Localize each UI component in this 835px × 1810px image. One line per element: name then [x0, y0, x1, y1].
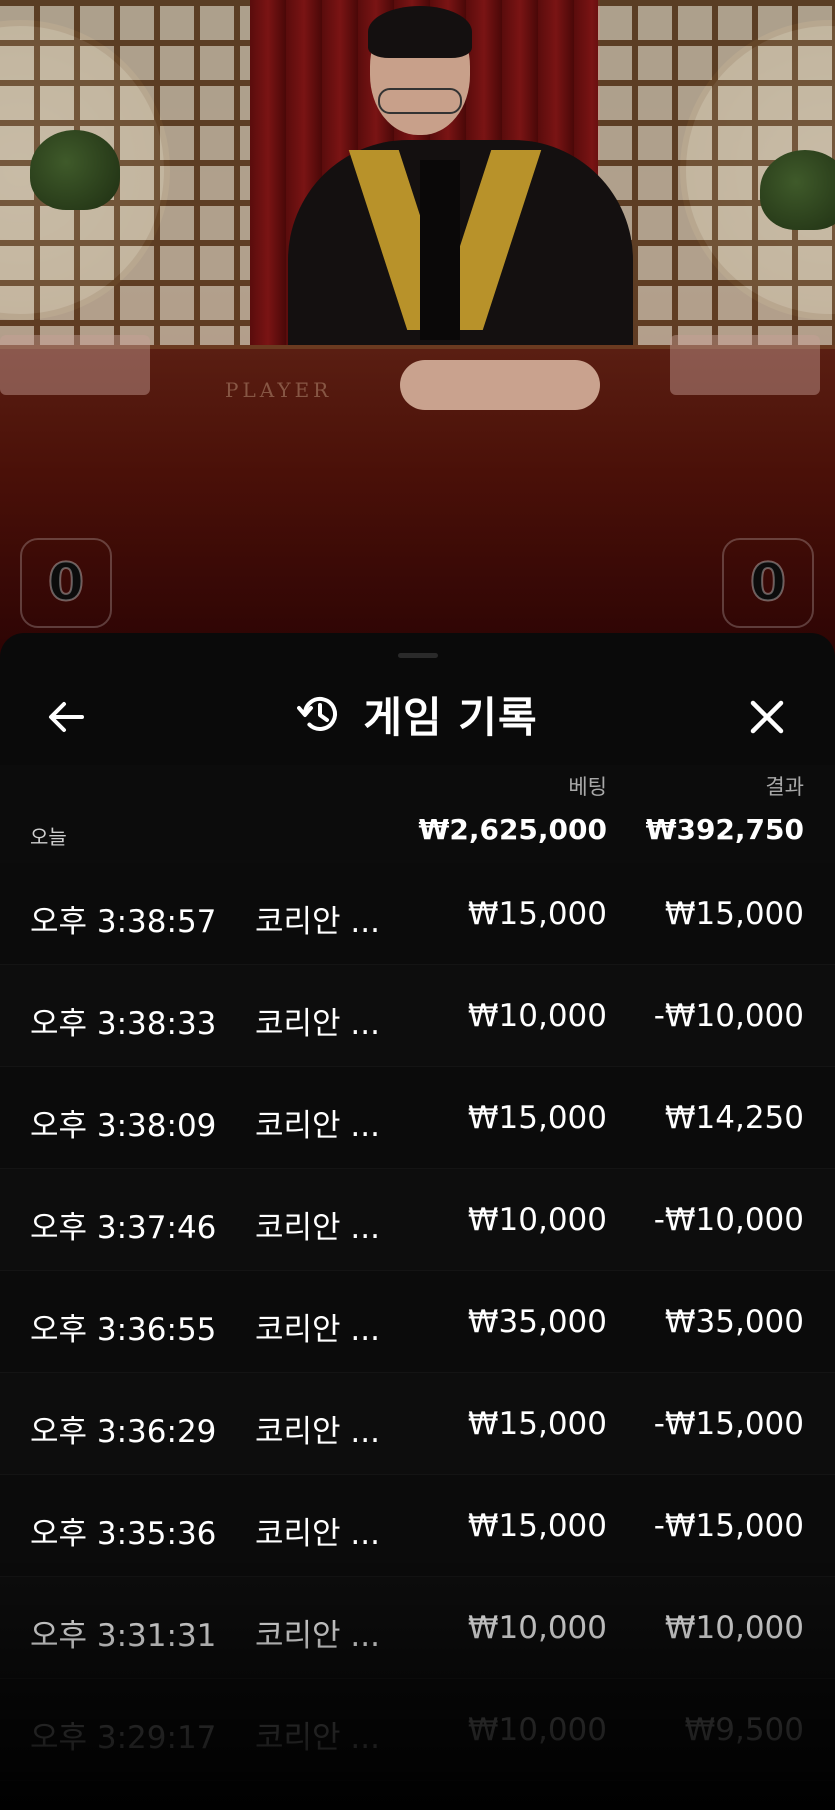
- row-time: 오후 3:36:29: [30, 1414, 217, 1450]
- row-result: ₩9,500: [684, 1712, 804, 1748]
- history-row[interactable]: 오후 3:38:33 코리안 ... ₩10,000 -₩10,000: [0, 965, 835, 1067]
- history-row[interactable]: 오후 3:38:09 코리안 ... ₩15,000 ₩14,250: [0, 1067, 835, 1169]
- row-time: 오후 3:31:31: [30, 1618, 217, 1654]
- row-bet: ₩15,000: [467, 1508, 607, 1544]
- row-result: -₩15,000: [653, 1508, 804, 1544]
- table-player-label: PLAYER: [225, 378, 333, 402]
- banker-score: 0: [722, 538, 814, 628]
- row-time: 오후 3:38:57: [30, 904, 217, 940]
- row-game: 코리안 ...: [255, 1312, 380, 1348]
- history-row[interactable]: 오후 3:36:29 코리안 ... ₩15,000 -₩15,000: [0, 1373, 835, 1475]
- row-bet: ₩15,000: [467, 1100, 607, 1136]
- dealer-hair: [368, 6, 472, 58]
- live-video-stream: PLAYER 0 0: [0, 0, 835, 660]
- player-score: 0: [20, 538, 112, 628]
- row-bet: ₩10,000: [467, 1202, 607, 1238]
- row-game: 코리안 ...: [255, 1618, 380, 1654]
- row-time: 오후 3:36:55: [30, 1312, 217, 1348]
- dealer-shirt: [420, 160, 460, 340]
- dealer-hands: [400, 360, 600, 410]
- row-result: ₩35,000: [664, 1304, 804, 1340]
- row-game: 코리안 ...: [255, 1720, 380, 1756]
- row-game: 코리안 ...: [255, 1006, 380, 1042]
- history-icon: [297, 697, 338, 731]
- row-time: 오후 3:37:46: [30, 1210, 217, 1246]
- row-time: 오후 3:35:36: [30, 1516, 217, 1552]
- row-game: 코리안 ...: [255, 1414, 380, 1450]
- row-result: -₩15,000: [653, 1406, 804, 1442]
- history-list: 오후 3:38:57 코리안 ... ₩15,000 ₩15,000 오후 3:…: [0, 863, 835, 1781]
- history-row[interactable]: 오후 3:31:31 코리안 ... ₩10,000 ₩10,000: [0, 1577, 835, 1679]
- row-game: 코리안 ...: [255, 1210, 380, 1246]
- bet-column-header: 베팅: [568, 775, 607, 799]
- row-bet: ₩15,000: [467, 896, 607, 932]
- card-shoe-right: [670, 335, 820, 395]
- row-result: ₩15,000: [664, 896, 804, 932]
- bonsai-right: [760, 150, 835, 230]
- history-row[interactable]: 오후 3:37:46 코리안 ... ₩10,000 -₩10,000: [0, 1169, 835, 1271]
- close-button[interactable]: [735, 685, 799, 749]
- row-bet: ₩10,000: [467, 1712, 607, 1748]
- summary-result-total: ₩392,750: [645, 813, 804, 846]
- result-column-header: 결과: [765, 775, 804, 799]
- bonsai-left: [30, 130, 120, 210]
- row-game: 코리안 ...: [255, 1516, 380, 1552]
- history-row[interactable]: 오후 3:36:55 코리안 ... ₩35,000 ₩35,000: [0, 1271, 835, 1373]
- row-time: 오후 3:38:33: [30, 1006, 217, 1042]
- row-result: ₩10,000: [664, 1610, 804, 1646]
- row-game: 코리안 ...: [255, 904, 380, 940]
- column-header: 베팅 결과: [0, 765, 835, 805]
- summary-bet-total: ₩2,625,000: [418, 813, 607, 846]
- row-bet: ₩15,000: [467, 1406, 607, 1442]
- daily-summary-row: 오늘 ₩2,625,000 ₩392,750: [0, 805, 835, 863]
- panel-header: 게임 기록: [0, 633, 835, 765]
- history-row[interactable]: 오후 3:35:36 코리안 ... ₩15,000 -₩15,000: [0, 1475, 835, 1577]
- row-result: -₩10,000: [653, 1202, 804, 1238]
- row-result: ₩14,250: [664, 1100, 804, 1136]
- row-bet: ₩10,000: [467, 998, 607, 1034]
- history-row[interactable]: 오후 3:38:57 코리안 ... ₩15,000 ₩15,000: [0, 863, 835, 965]
- row-bet: ₩35,000: [467, 1304, 607, 1340]
- row-time: 오후 3:38:09: [30, 1108, 217, 1144]
- row-bet: ₩10,000: [467, 1610, 607, 1646]
- row-result: -₩10,000: [653, 998, 804, 1034]
- row-game: 코리안 ...: [255, 1108, 380, 1144]
- history-row[interactable]: 오후 3:29:17 코리안 ... ₩10,000 ₩9,500: [0, 1679, 835, 1781]
- page-title: 게임 기록: [363, 692, 538, 742]
- row-time: 오후 3:29:17: [30, 1720, 217, 1756]
- close-icon: [750, 700, 784, 734]
- summary-day-label: 오늘: [30, 825, 67, 849]
- dealer-glasses: [378, 88, 462, 114]
- game-history-panel: 게임 기록 베팅 결과 오늘 ₩2,625,000 ₩392,750 오후 3:…: [0, 633, 835, 1810]
- card-tray-left: [0, 335, 150, 395]
